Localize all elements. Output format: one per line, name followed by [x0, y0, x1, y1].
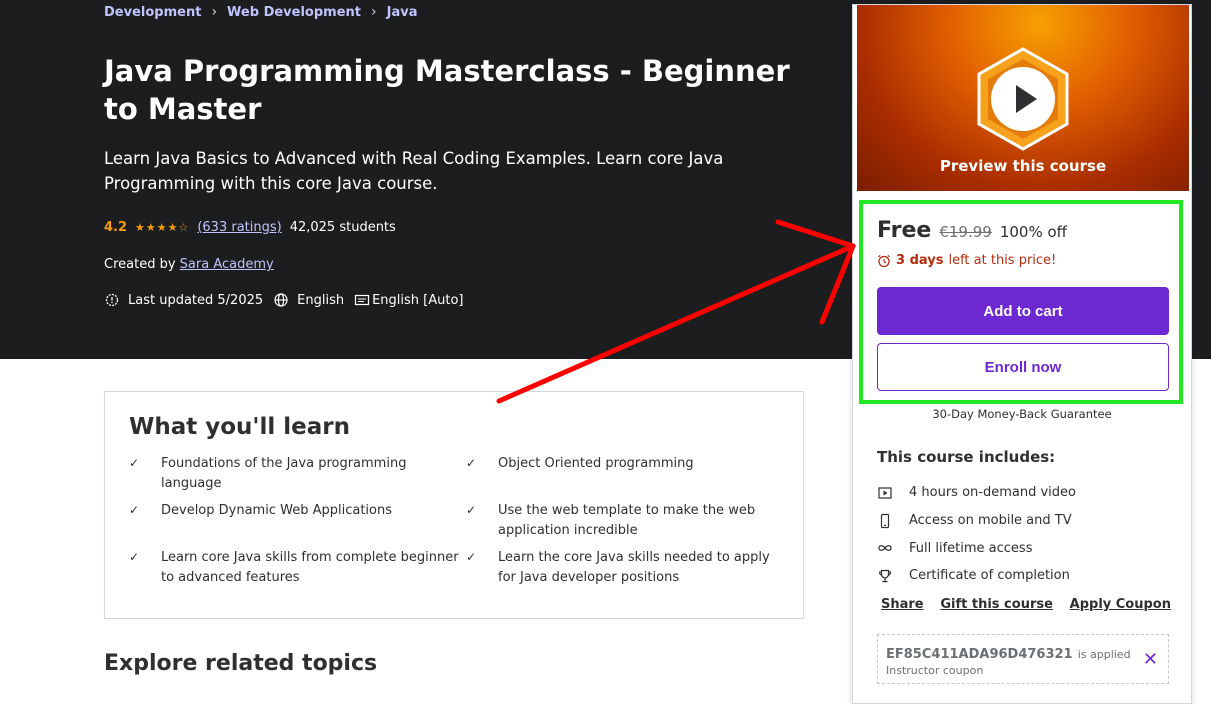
rating-row: 4.2 ★★★★☆ (633 ratings) 42,025 students	[104, 220, 396, 235]
current-price: Free	[877, 218, 932, 243]
add-to-cart-button[interactable]: Add to cart	[877, 287, 1169, 335]
learn-item: ✓ Foundations of the Java programming lan…	[129, 454, 466, 493]
includes-list: 4 hours on-demand video Access on mobile…	[877, 479, 1076, 590]
enroll-now-button[interactable]: Enroll now	[877, 343, 1169, 391]
learn-item-text: Object Oriented programming	[498, 456, 694, 471]
includes-item-text: 4 hours on-demand video	[909, 485, 1076, 501]
what-you-learn-title: What you'll learn	[129, 414, 350, 440]
breadcrumb-web-development[interactable]: Web Development	[227, 5, 361, 20]
includes-item: Access on mobile and TV	[877, 507, 1076, 535]
discount-label: 100% off	[999, 223, 1067, 241]
gift-course-link[interactable]: Gift this course	[940, 597, 1053, 612]
coupon-applied-text: is applied	[1077, 648, 1131, 661]
chevron-right-icon: ›	[211, 4, 218, 20]
mobile-icon	[877, 513, 893, 529]
price-timer: 3 days left at this price!	[877, 253, 1056, 268]
infinity-icon	[877, 540, 893, 556]
trophy-icon	[877, 568, 893, 584]
includes-item: Full lifetime access	[877, 534, 1076, 562]
alert-clock-icon	[104, 292, 120, 308]
alarm-clock-icon	[877, 254, 891, 268]
learn-item-text: Foundations of the Java programming lang…	[161, 456, 407, 491]
course-captions: English [Auto]	[372, 292, 464, 308]
includes-item-text: Full lifetime access	[909, 540, 1033, 556]
video-icon	[877, 485, 893, 501]
course-language: English	[297, 292, 345, 308]
chevron-right-icon: ›	[371, 4, 377, 20]
star-rating-icon: ★★★★☆	[135, 221, 190, 234]
play-icon[interactable]	[975, 47, 1071, 151]
includes-item: Certificate of completion	[877, 562, 1076, 590]
timer-text: left at this price!	[948, 253, 1057, 268]
learn-item: ✓ Learn core Java skills from complete be…	[129, 548, 466, 587]
includes-item: 4 hours on-demand video	[877, 479, 1076, 507]
share-link[interactable]: Share	[881, 597, 924, 612]
price-row: Free €19.99 100% off	[877, 218, 1067, 243]
learn-item-text: Develop Dynamic Web Applications	[161, 503, 392, 518]
apply-coupon-link[interactable]: Apply Coupon	[1070, 597, 1171, 612]
timer-days: 3 days	[896, 253, 944, 268]
ratings-count-link[interactable]: (633 ratings)	[197, 220, 281, 235]
breadcrumb-development[interactable]: Development	[104, 5, 201, 20]
card-links: Share Gift this course Apply Coupon	[881, 597, 1171, 612]
breadcrumb-java[interactable]: Java	[387, 5, 418, 20]
course-meta: Last updated 5/2025 English English [Aut…	[104, 292, 464, 308]
learn-item-text: Learn core Java skills from complete beg…	[161, 550, 459, 585]
learn-item: ✓ Develop Dynamic Web Applications	[129, 501, 466, 540]
coupon-code: EF85C411ADA96D476321	[886, 647, 1073, 662]
created-by-label: Created by	[104, 257, 176, 272]
students-count: 42,025 students	[289, 220, 396, 235]
check-icon: ✓	[129, 550, 140, 564]
course-preview[interactable]: Preview this course	[857, 5, 1189, 191]
check-icon: ✓	[129, 456, 140, 470]
captions-icon	[354, 292, 370, 308]
created-by: Created by Sara Academy	[104, 257, 274, 272]
instructor-link[interactable]: Sara Academy	[180, 257, 274, 272]
learn-item-text: Use the web template to make the web app…	[498, 503, 756, 538]
learn-item-text: Learn the core Java skills needed to app…	[498, 550, 770, 585]
globe-icon	[273, 292, 289, 308]
last-updated: Last updated 5/2025	[128, 292, 264, 308]
includes-title: This course includes:	[877, 448, 1056, 466]
learn-item: ✓ Object Oriented programming	[466, 454, 786, 493]
close-icon[interactable]: ✕	[1143, 651, 1158, 669]
includes-item-text: Certificate of completion	[909, 568, 1070, 584]
includes-item-text: Access on mobile and TV	[909, 513, 1072, 529]
learn-item: ✓ Use the web template to make the web ap…	[466, 501, 786, 540]
course-subtitle: Learn Java Basics to Advanced with Real …	[104, 149, 724, 193]
original-price: €19.99	[939, 223, 992, 241]
applied-coupon: EF85C411ADA96D476321 is applied Instruct…	[877, 634, 1169, 684]
check-icon: ✓	[466, 503, 477, 517]
purchase-card: Preview this course Free €19.99 100% off…	[852, 4, 1192, 704]
breadcrumb: Development › Web Development › Java	[104, 4, 417, 20]
coupon-type: Instructor coupon	[886, 664, 984, 677]
check-icon: ✓	[466, 550, 477, 564]
rating-value: 4.2	[104, 220, 128, 235]
explore-related-title: Explore related topics	[104, 651, 378, 676]
check-icon: ✓	[466, 456, 477, 470]
learn-items: ✓ Foundations of the Java programming lan…	[129, 454, 779, 587]
course-title: Java Programming Masterclass - Beginner …	[104, 54, 790, 126]
check-icon: ✓	[129, 503, 140, 517]
what-you-learn-box: What you'll learn ✓ Foundations of the Ja…	[104, 391, 804, 619]
learn-item: ✓ Learn the core Java skills needed to ap…	[466, 548, 786, 587]
money-back-guarantee: 30-Day Money-Back Guarantee	[932, 407, 1112, 421]
preview-label: Preview this course	[939, 157, 1107, 175]
